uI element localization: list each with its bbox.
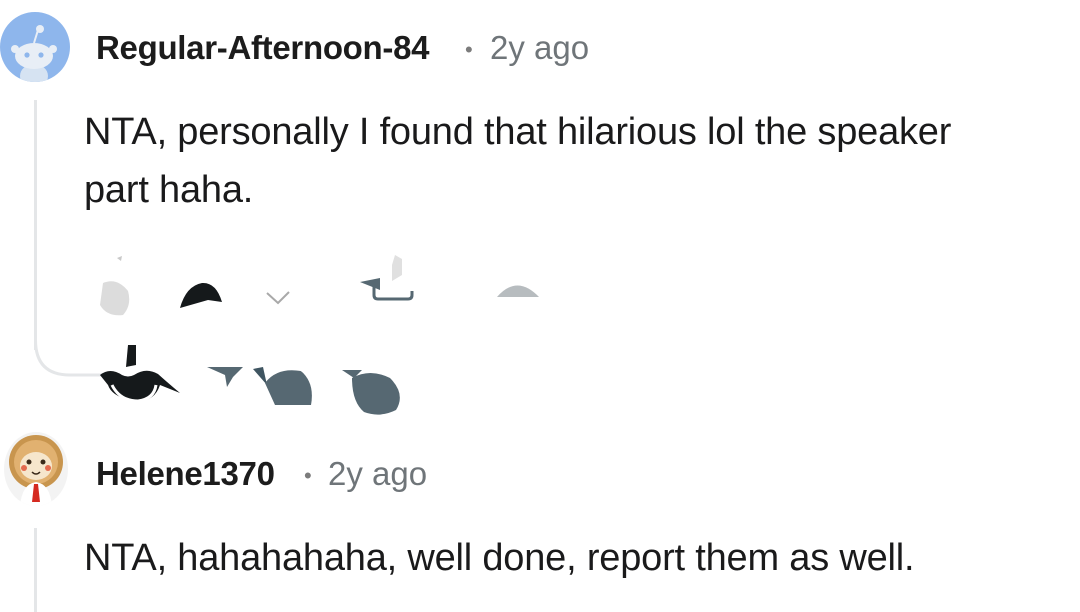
meta-separator: • bbox=[465, 37, 473, 62]
more-icon[interactable] bbox=[95, 255, 135, 325]
comment-text-line: NTA, hahahahaha, well done, report them … bbox=[84, 537, 915, 579]
comment-text-line: NTA, personally I found that hilarious l… bbox=[84, 111, 952, 153]
upvote-icon[interactable] bbox=[178, 280, 223, 310]
more-options-icon[interactable] bbox=[340, 368, 410, 418]
custom-avatar-icon bbox=[9, 435, 63, 506]
thread-line[interactable] bbox=[34, 528, 37, 612]
timestamp: 2y ago bbox=[328, 455, 428, 492]
comment-text: NTA, hahahahaha, well done, report them … bbox=[84, 529, 1074, 587]
avatar[interactable] bbox=[0, 12, 70, 82]
comment-text: NTA, personally I found that hilarious l… bbox=[84, 103, 1074, 219]
comment-text-line: part haha. bbox=[84, 169, 254, 211]
username[interactable]: Regular-Afternoon-84 bbox=[96, 29, 429, 67]
meta-separator: • bbox=[304, 463, 312, 488]
award-icon[interactable] bbox=[98, 345, 183, 405]
thread-line[interactable] bbox=[34, 100, 37, 350]
timestamp: 2y ago bbox=[490, 29, 590, 66]
share-icon[interactable] bbox=[205, 365, 325, 415]
username[interactable]: Helene1370 bbox=[96, 455, 275, 493]
downvote-icon[interactable] bbox=[264, 288, 294, 308]
avatar[interactable] bbox=[4, 432, 68, 506]
reply-icon[interactable] bbox=[495, 280, 540, 300]
award-icon[interactable] bbox=[360, 255, 420, 310]
snoo-avatar-icon bbox=[11, 25, 57, 82]
